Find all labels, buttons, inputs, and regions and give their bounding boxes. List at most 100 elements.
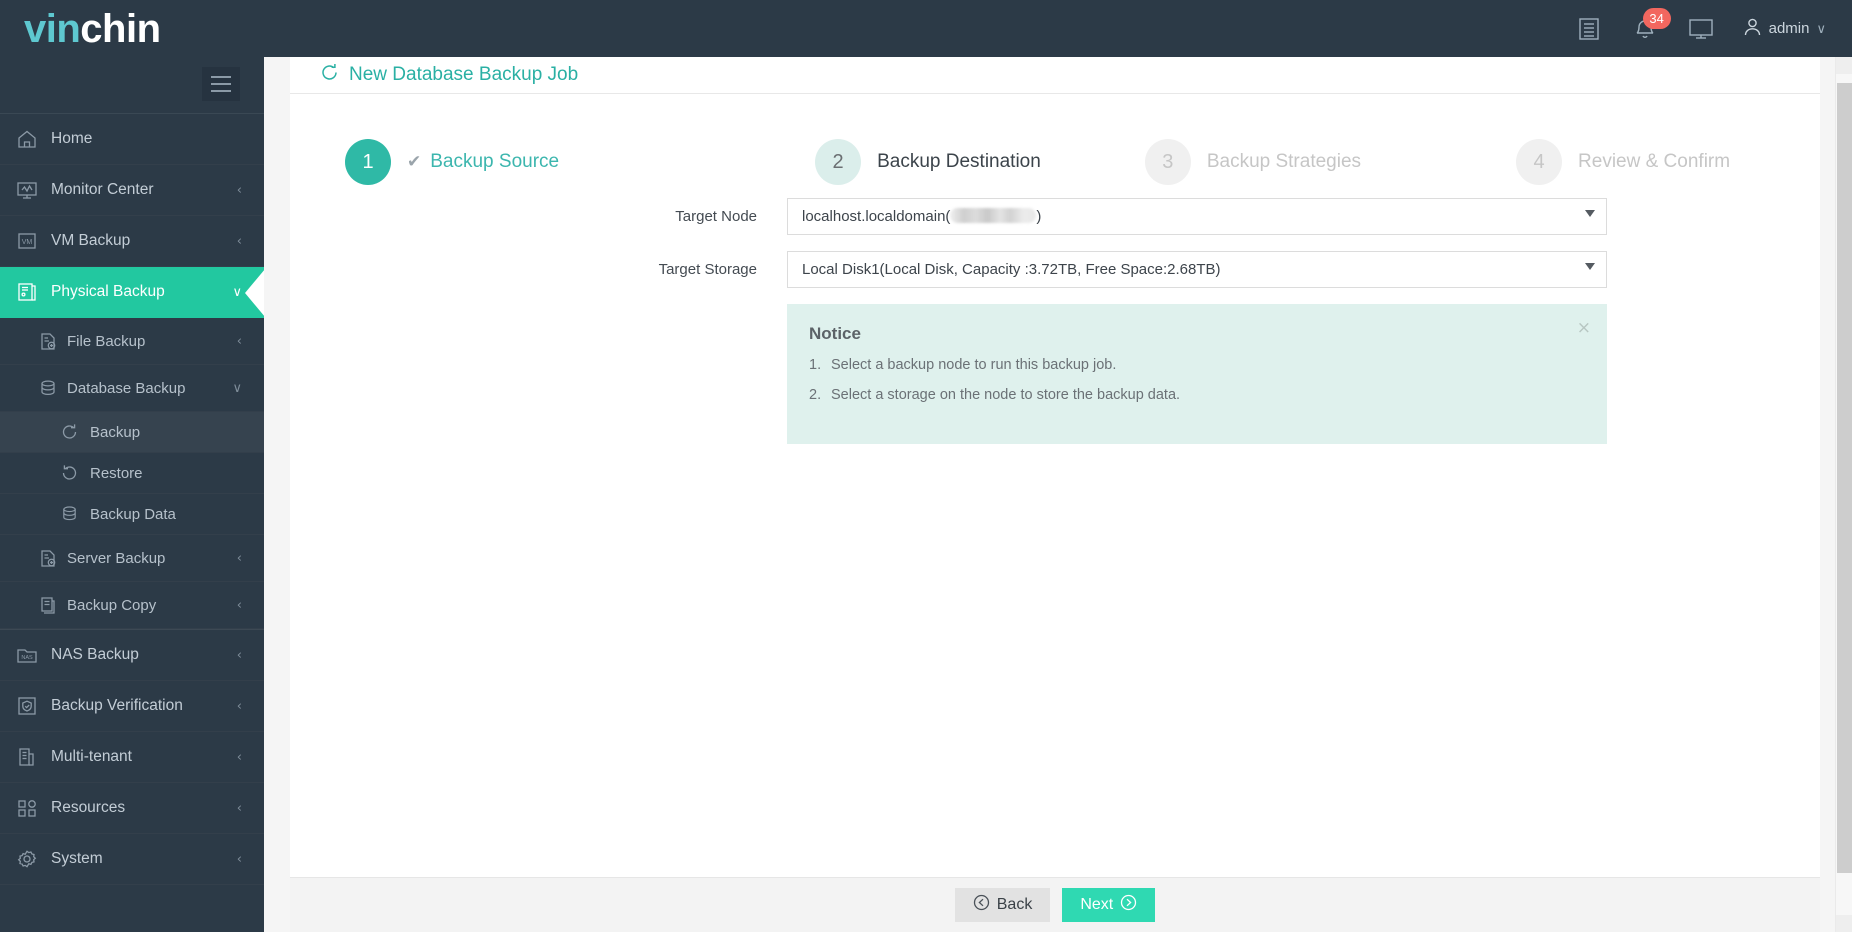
notice-title: Notice [809,324,861,343]
back-button-label: Back [996,896,1033,913]
panel-header: New Database Backup Job [290,57,1820,94]
sidebar-item-restore[interactable]: Restore [0,453,264,494]
notice-item: 2. Select a storage on the node to store… [809,387,1585,403]
sidebar-item-system[interactable]: System ‹ [0,834,264,885]
sidebar-item-label: NAS Backup [51,646,139,663]
sidebar-item-backup-verification[interactable]: Backup Verification ‹ [0,681,264,732]
chevron-left-icon: ‹ [236,182,242,198]
target-node-value-prefix: localhost.localdomain( [802,208,951,225]
scroll-up-arrow-icon[interactable] [1836,57,1852,74]
sidebar-item-nas-backup[interactable]: NAS NAS Backup ‹ [0,630,264,681]
vertical-scrollbar[interactable] [1835,57,1852,932]
chevron-left-icon: ‹ [236,647,242,663]
svg-text:VM: VM [22,239,33,246]
step-backup-source[interactable]: 1 ✔ Backup Source [345,139,559,185]
user-icon [1743,17,1762,41]
brand-logo-part1: vin [24,7,81,51]
target-node-label: Target Node [675,208,757,225]
monitor-icon[interactable] [1673,0,1729,57]
hamburger-icon[interactable] [202,67,240,101]
notice-item: 1. Select a backup node to run this back… [809,357,1585,373]
main-content: New Database Backup Job 1 ✔ Backup Sourc… [264,57,1852,932]
step-number: 3 [1144,139,1191,185]
wizard-body: 1 ✔ Backup Source 2 Backup Destination 3 [290,94,1820,877]
sidebar-item-file-backup[interactable]: File Backup ‹ [0,318,264,365]
chevron-left-icon: ‹ [236,749,242,765]
shield-check-icon [16,696,46,716]
step-label-wrap: ✔ Backup Source [407,151,559,173]
chevron-down-icon: ∨ [232,284,242,300]
sidebar-item-label: Backup Verification [51,697,183,714]
sidebar: Home Monitor Center ‹ VM VM Backup ‹ Phy… [0,57,264,932]
refresh-cw-icon [320,63,339,87]
log-icon[interactable] [1561,0,1617,57]
chevron-left-icon: ‹ [236,333,242,349]
notice-list: 1. Select a backup node to run this back… [809,357,1585,403]
notifications-button[interactable]: 34 [1617,0,1673,57]
close-icon[interactable]: × [1577,318,1591,338]
user-menu[interactable]: admin ∨ [1743,0,1830,57]
database-icon [60,505,86,523]
server-backup-icon [38,549,64,568]
sidebar-item-database-backup[interactable]: Database Backup ∨ [0,365,264,412]
sidebar-item-vm-backup[interactable]: VM VM Backup ‹ [0,216,264,267]
scroll-down-arrow-icon[interactable] [1836,915,1852,932]
step-backup-destination[interactable]: 2 Backup Destination [815,139,1041,185]
chevron-down-icon: ∨ [232,380,242,396]
notice-box: × Notice 1. Select a backup node to run … [787,304,1607,444]
step-backup-strategies: 3 Backup Strategies [1144,139,1361,185]
brand-logo[interactable]: vinchin [24,2,161,56]
wizard-panel: New Database Backup Job 1 ✔ Backup Sourc… [290,57,1820,932]
step-label-wrap: Review & Confirm [1578,151,1730,173]
chevron-left-icon: ‹ [236,698,242,714]
sidebar-item-label: Resources [51,799,126,816]
sidebar-item-label: Backup Data [90,505,176,523]
sidebar-item-label: Server Backup [67,549,166,567]
step-label: Review & Confirm [1578,151,1731,172]
notice-item-text: Select a storage on the node to store th… [831,387,1181,403]
next-button[interactable]: Next [1062,888,1156,922]
target-storage-select[interactable]: Local Disk1(Local Disk, Capacity :3.72TB… [787,251,1607,288]
page-title: New Database Backup Job [349,64,579,85]
sidebar-item-label: Physical Backup [51,283,165,300]
file-backup-icon [38,332,64,351]
sidebar-item-label: Database Backup [67,379,186,397]
step-label-wrap: Backup Strategies [1207,151,1361,173]
physical-backup-icon [16,282,46,302]
grid-icon [16,798,46,818]
step-number: 2 [815,139,862,185]
chevron-down-icon: ∨ [1816,20,1826,36]
svg-text:NAS: NAS [21,655,33,661]
sidebar-item-backup-data[interactable]: Backup Data [0,494,264,535]
next-button-label: Next [1080,896,1114,913]
chevron-left-icon: ‹ [236,851,242,867]
target-node-value-suffix: ) [1036,208,1042,225]
target-storage-label: Target Storage [658,261,757,278]
sidebar-item-server-backup[interactable]: Server Backup ‹ [0,535,264,582]
step-label-wrap: Backup Destination [877,151,1041,173]
sidebar-item-backup[interactable]: Backup [0,412,264,453]
sidebar-item-multi-tenant[interactable]: Multi-tenant ‹ [0,732,264,783]
building-icon [16,747,46,767]
copy-icon [38,596,64,615]
sidebar-item-backup-copy[interactable]: Backup Copy ‹ [0,582,264,629]
home-icon [16,129,46,149]
back-button[interactable]: Back [954,888,1051,922]
sidebar-item-home[interactable]: Home [0,114,264,165]
target-storage-select-wrap: Local Disk1(Local Disk, Capacity :3.72TB… [787,251,1607,288]
step-review-confirm: 4 Review & Confirm [1516,139,1730,185]
scrollbar-thumb[interactable] [1837,83,1852,873]
check-icon: ✔ [407,152,422,172]
nas-icon: NAS [16,645,46,665]
target-node-select[interactable]: localhost.localdomain() [787,198,1607,235]
database-icon [38,379,64,398]
wizard-footer: Back Next [290,877,1820,932]
sidebar-item-physical-backup[interactable]: Physical Backup ∨ [0,267,264,318]
notice-item-number: 1. [809,357,822,373]
notification-badge: 34 [1642,8,1671,29]
sidebar-item-resources[interactable]: Resources ‹ [0,783,264,834]
sidebar-item-label: Home [51,130,93,147]
sidebar-item-monitor-center[interactable]: Monitor Center ‹ [0,165,264,216]
username-label: admin [1768,20,1810,37]
step-number: 1 [345,139,391,185]
